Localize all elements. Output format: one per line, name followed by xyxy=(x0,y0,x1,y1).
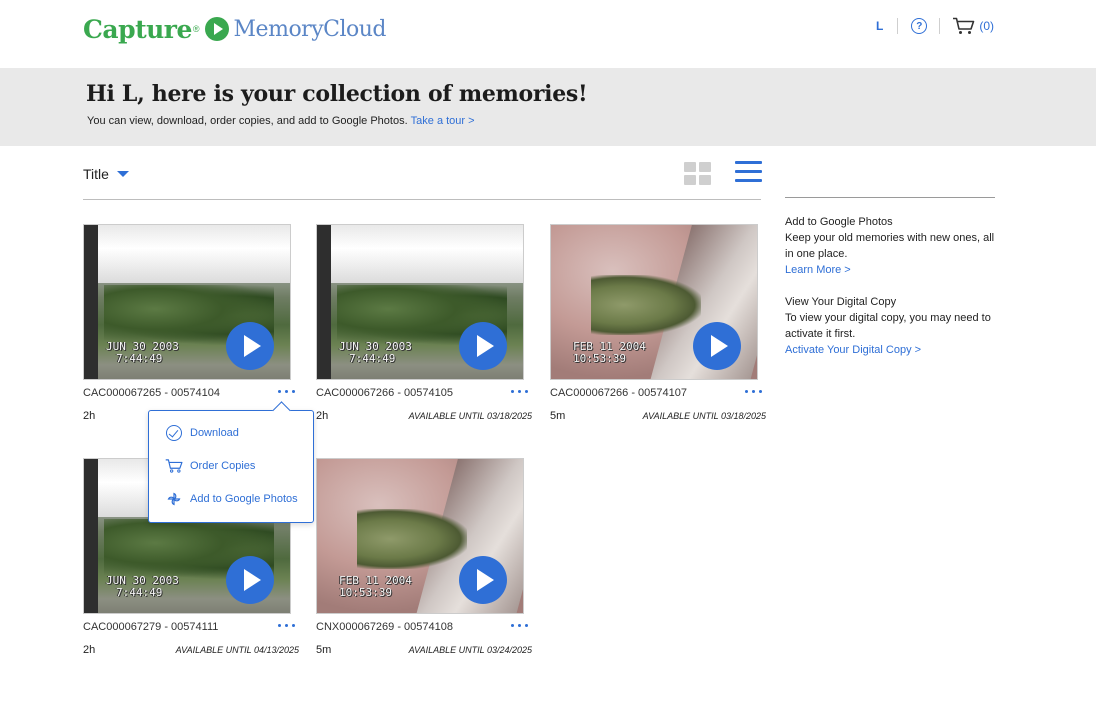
cart-count: (0) xyxy=(979,19,994,33)
video-card: FEB 11 2004 10:53:39 CNX000067269 - 00574… xyxy=(316,458,532,660)
header-actions: L ? (0) xyxy=(876,16,994,36)
video-title: CAC000067265 - 00574104 xyxy=(83,387,221,399)
chevron-down-icon xyxy=(116,171,129,177)
menu-item-download[interactable]: Download xyxy=(165,424,239,442)
video-timestamp: JUN 30 2003 7:44:49 xyxy=(106,574,179,599)
video-thumbnail[interactable]: JUN 30 2003 7:44:49 xyxy=(316,224,524,380)
site-header: Capture ® MemoryCloud L ? (0) xyxy=(0,0,1096,68)
video-thumbnail[interactable]: FEB 11 2004 10:53:39 xyxy=(316,458,524,614)
banner-description: You can view, download, order copies, an… xyxy=(87,115,408,127)
logo-memorycloud-text: MemoryCloud xyxy=(233,16,387,42)
grid-view-icon[interactable] xyxy=(684,162,712,186)
digital-copy-description: To view your digital copy, you may need … xyxy=(785,312,991,340)
menu-item-order-copies[interactable]: Order Copies xyxy=(165,457,255,475)
digital-copy-title: View Your Digital Copy xyxy=(785,296,897,308)
more-options-icon[interactable] xyxy=(511,624,528,627)
video-duration: 5m xyxy=(316,644,332,656)
video-card: FEB 11 2004 10:53:39 CAC000067266 - 00574… xyxy=(550,224,766,426)
info-sidebar: Add to Google Photos Keep your old memor… xyxy=(785,214,1000,374)
play-icon[interactable] xyxy=(459,556,507,604)
cart-button[interactable]: (0) xyxy=(952,17,994,35)
header-divider xyxy=(897,18,899,34)
video-title: CAC000067266 - 00574105 xyxy=(316,387,454,399)
availability-date: AVAILABLE UNTIL 04/13/2025 xyxy=(175,645,299,655)
more-options-icon[interactable] xyxy=(278,390,295,393)
google-photos-title: Add to Google Photos xyxy=(785,216,893,228)
play-icon[interactable] xyxy=(693,322,741,370)
video-timestamp: JUN 30 2003 7:44:49 xyxy=(339,340,412,365)
menu-item-label: Add to Google Photos xyxy=(190,493,298,505)
video-options-menu: Download Order Copies Add to Google Phot… xyxy=(148,410,314,523)
video-timestamp: FEB 11 2004 10:53:39 xyxy=(573,340,646,365)
video-timestamp: JUN 30 2003 7:44:49 xyxy=(106,340,179,365)
activate-digital-copy-link[interactable]: Activate Your Digital Copy > xyxy=(785,342,1000,358)
menu-item-label: Order Copies xyxy=(190,460,256,472)
sidebar-divider xyxy=(785,197,995,198)
play-icon[interactable] xyxy=(226,556,274,604)
video-title: CAC000067279 - 00574111 xyxy=(83,621,219,633)
sort-dropdown[interactable]: Title xyxy=(83,166,129,182)
logo-registered-mark: ® xyxy=(192,24,200,34)
take-tour-link[interactable]: Take a tour > xyxy=(411,115,475,127)
menu-item-label: Download xyxy=(190,427,239,439)
logo-capture-text: Capture xyxy=(83,14,192,44)
google-photos-description: Keep your old memories with new ones, al… xyxy=(785,232,995,260)
more-options-icon[interactable] xyxy=(278,624,295,627)
learn-more-link[interactable]: Learn More > xyxy=(785,262,1000,278)
video-title: CAC000067266 - 00574107 xyxy=(550,387,688,399)
cart-icon xyxy=(953,17,975,34)
sort-label: Title xyxy=(83,166,109,182)
video-duration: 2h xyxy=(316,410,329,422)
more-options-icon[interactable] xyxy=(511,390,528,393)
video-title: CNX000067269 - 00574108 xyxy=(316,621,454,633)
digital-copy-promo: View Your Digital Copy To view your digi… xyxy=(785,294,1000,358)
video-timestamp: FEB 11 2004 10:53:39 xyxy=(339,574,412,599)
video-duration: 2h xyxy=(83,644,96,656)
video-duration: 2h xyxy=(83,410,96,422)
video-card: JUN 30 2003 7:44:49 CAC000067266 - 005741… xyxy=(316,224,532,426)
list-view-icon[interactable] xyxy=(735,161,762,184)
banner-subtext: You can view, download, order copies, an… xyxy=(87,115,475,127)
pinwheel-icon xyxy=(165,490,183,508)
availability-date: AVAILABLE UNTIL 03/24/2025 xyxy=(408,645,532,655)
video-thumbnail[interactable]: FEB 11 2004 10:53:39 xyxy=(550,224,758,380)
logo-play-icon xyxy=(204,17,229,41)
play-icon[interactable] xyxy=(226,322,274,370)
page-title: Hi L, here is your collection of memorie… xyxy=(86,81,588,107)
welcome-banner: Hi L, here is your collection of memorie… xyxy=(0,68,1096,146)
cart-icon xyxy=(165,457,183,475)
brand-logo[interactable]: Capture ® MemoryCloud xyxy=(83,12,387,46)
user-account-link[interactable]: L xyxy=(876,19,897,33)
library-toolbar: Title xyxy=(83,158,762,200)
video-thumbnail[interactable]: JUN 30 2003 7:44:49 xyxy=(83,224,291,380)
availability-date: AVAILABLE UNTIL 03/18/2025 xyxy=(642,411,766,421)
google-photos-promo: Add to Google Photos Keep your old memor… xyxy=(785,214,1000,278)
menu-item-add-to-google-photos[interactable]: Add to Google Photos xyxy=(165,490,298,508)
more-options-icon[interactable] xyxy=(745,390,762,393)
video-card: JUN 30 2003 7:44:49 CAC000067265 - 005741… xyxy=(83,224,295,426)
header-divider xyxy=(939,18,941,34)
video-duration: 5m xyxy=(550,410,566,422)
availability-date: AVAILABLE UNTIL 03/18/2025 xyxy=(408,411,532,421)
check-circle-icon xyxy=(165,424,183,442)
play-icon[interactable] xyxy=(459,322,507,370)
help-circle-icon[interactable]: ? xyxy=(911,18,928,34)
